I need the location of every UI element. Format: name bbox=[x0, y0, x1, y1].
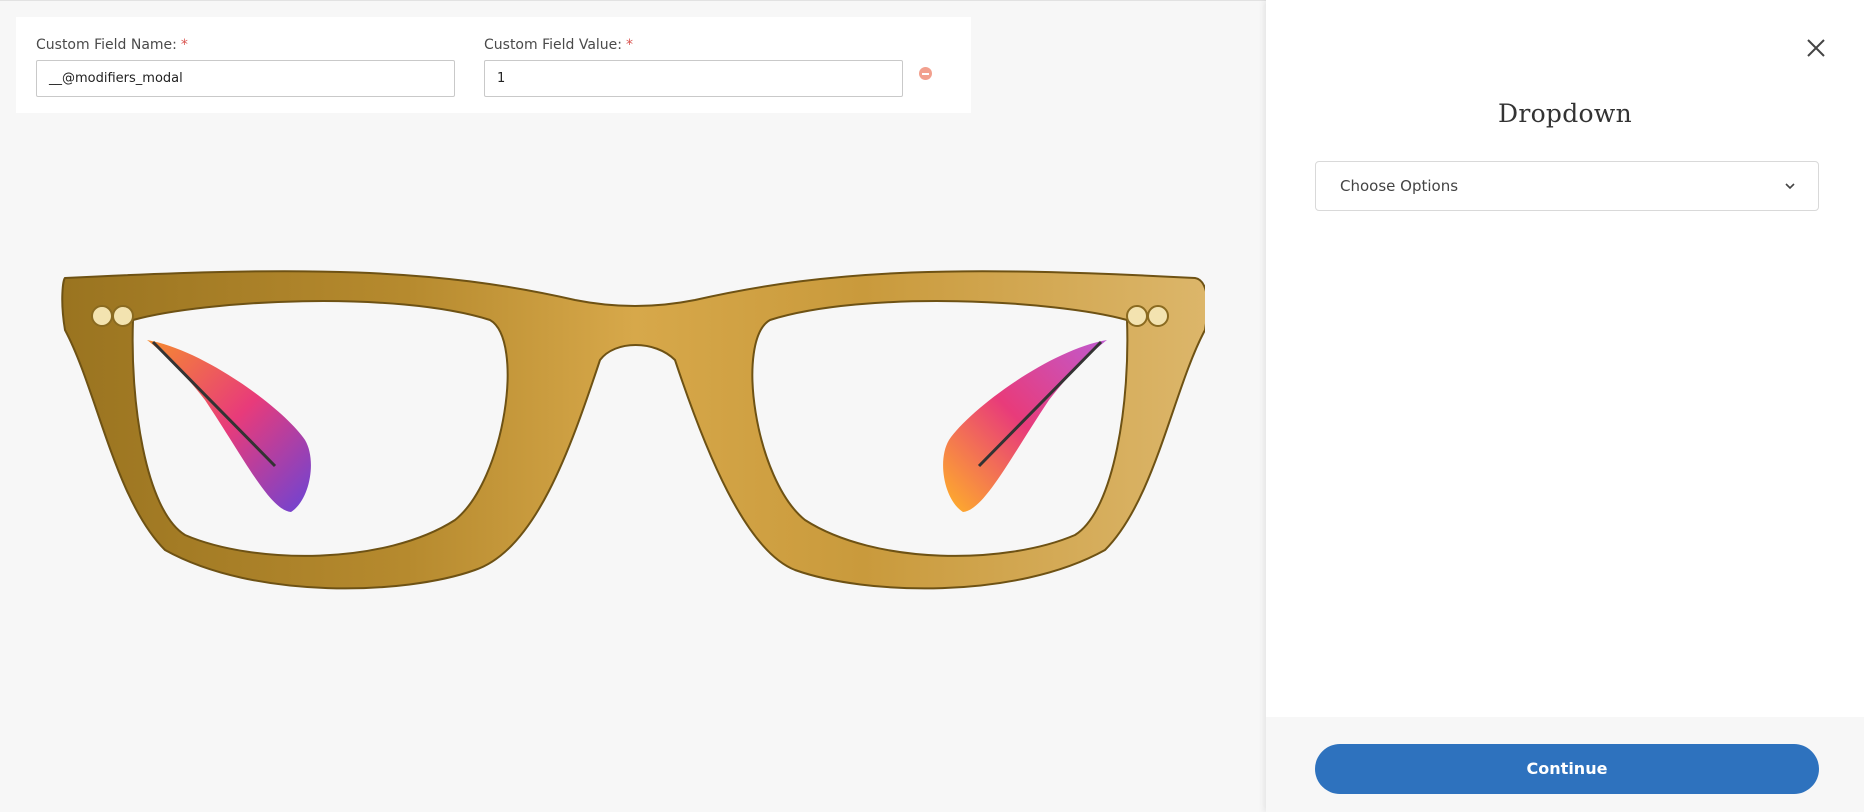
panel-title: Dropdown bbox=[1497, 99, 1632, 128]
continue-button[interactable]: Continue bbox=[1315, 744, 1819, 794]
custom-field-name-label: Custom Field Name: * bbox=[36, 35, 455, 55]
options-panel: Dropdown Choose Options Continue bbox=[1266, 0, 1864, 812]
close-icon[interactable] bbox=[1802, 34, 1830, 62]
dropdown-selected-text: Choose Options bbox=[1340, 177, 1459, 195]
divider bbox=[0, 0, 1266, 1]
chevron-down-icon bbox=[1785, 183, 1795, 190]
custom-field-name-label-text: Custom Field Name: bbox=[36, 37, 177, 53]
custom-field-value-label-text: Custom Field Value: bbox=[484, 37, 623, 53]
required-marker: * bbox=[626, 37, 634, 53]
eyeglasses-image bbox=[61, 270, 1205, 590]
custom-field-value-label: Custom Field Value: * bbox=[484, 35, 903, 55]
required-marker: * bbox=[180, 37, 188, 53]
custom-field-name-group: Custom Field Name: * __@modifiers_modal bbox=[36, 35, 455, 97]
page: Custom Field Name: * __@modifiers_modal C… bbox=[0, 0, 1864, 812]
custom-field-row: Custom Field Name: * __@modifiers_modal C… bbox=[16, 17, 971, 113]
choose-options-dropdown[interactable]: Choose Options bbox=[1315, 161, 1819, 211]
remove-field-icon[interactable] bbox=[919, 67, 932, 80]
custom-field-value-group: Custom Field Value: * 1 bbox=[484, 35, 903, 97]
custom-field-value-input[interactable]: 1 bbox=[484, 60, 903, 97]
custom-field-name-input[interactable]: __@modifiers_modal bbox=[36, 60, 455, 97]
